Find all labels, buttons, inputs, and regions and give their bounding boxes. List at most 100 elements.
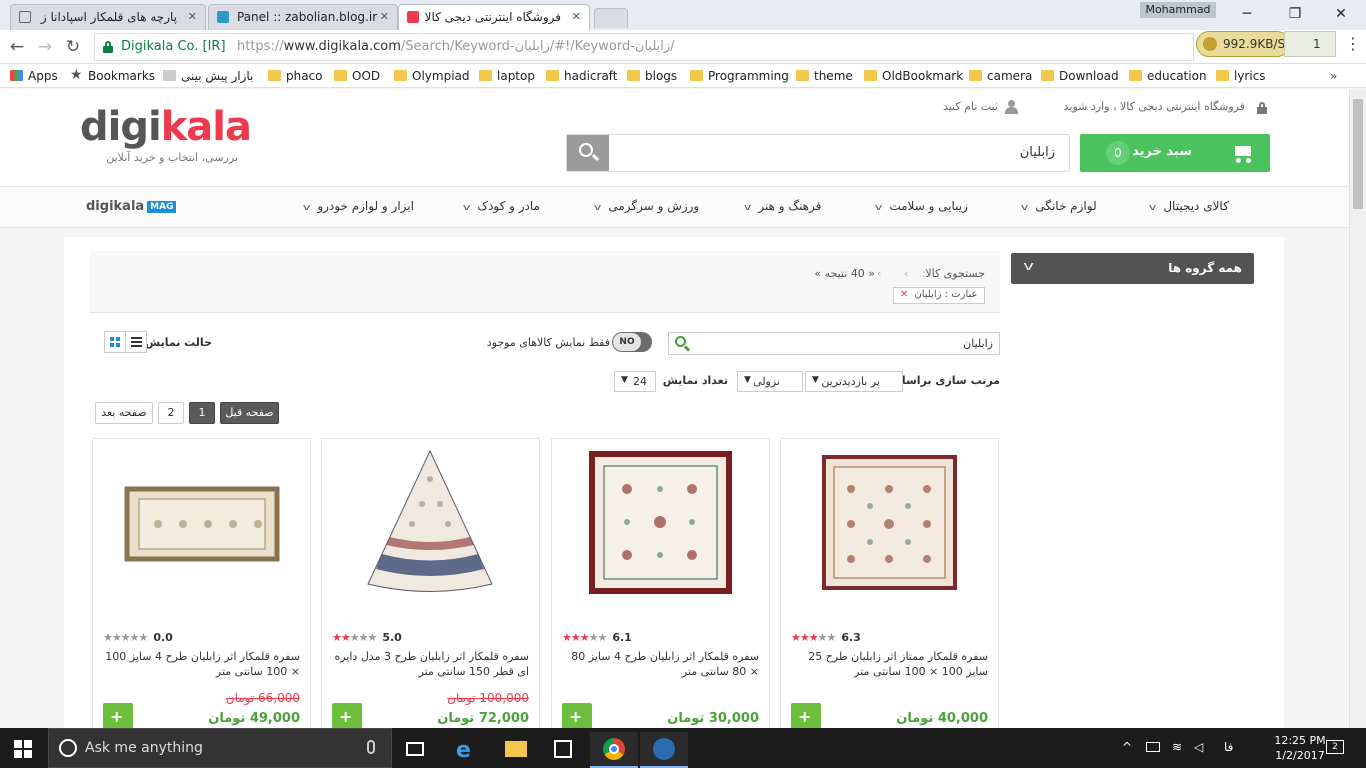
bookmark-apps[interactable]: Apps (10, 67, 58, 85)
more-bookmarks-icon[interactable]: » (1330, 67, 1337, 85)
nav-item-auto[interactable]: ابزار و لوازم خودروv (303, 199, 414, 213)
bookmark-folder[interactable]: Programming (690, 67, 789, 85)
in-stock-toggle[interactable]: NO (612, 332, 652, 352)
store-icon[interactable] (540, 732, 588, 768)
page-1-button[interactable]: 1 (189, 402, 215, 424)
new-tab-button[interactable] (594, 8, 628, 28)
filter-chip[interactable]: عبارت : زابلیان✕ (893, 287, 985, 304)
add-to-cart-button[interactable]: + (332, 703, 362, 729)
list-view-button[interactable] (125, 331, 147, 353)
product-title[interactable]: سفره قلمکار ممتاز اثر زابلیان طرح 25 سای… (788, 649, 988, 679)
notifications-icon[interactable]: 2 (1326, 740, 1344, 754)
speed-extension[interactable]: 992.9KB/S (1196, 31, 1290, 57)
product-image[interactable] (801, 449, 978, 599)
back-icon[interactable]: ← (6, 36, 28, 58)
nav-item-digital[interactable]: کالای دیجیتالv (1149, 199, 1229, 213)
tab-2[interactable]: Panel :: zabolian.blog.ir ✕ (208, 4, 398, 30)
results-search-input[interactable]: زابلیان (668, 332, 1000, 355)
close-icon[interactable]: ✕ (188, 10, 197, 23)
cortana-search[interactable]: Ask me anything (48, 728, 392, 768)
input-language[interactable]: فا (1224, 740, 1233, 754)
nav-item-sport[interactable]: ورزش و سرگرمیv (593, 199, 699, 213)
digikala-logo[interactable]: digikala (80, 105, 252, 149)
maximize-icon[interactable]: ❐ (1272, 4, 1318, 24)
digikala-mag-logo[interactable]: digikala MAG (86, 199, 177, 214)
page-2-button[interactable]: 2 (158, 402, 184, 424)
crumb-search[interactable]: جستجوی کالا (925, 267, 985, 280)
microphone-icon[interactable] (367, 740, 375, 754)
bookmark-bookmarks[interactable]: ★ Bookmarks (70, 67, 155, 85)
nav-item-kids[interactable]: مادر و کودکv (463, 199, 540, 213)
nav-item-beauty[interactable]: زیبایی و سلامتv (875, 199, 968, 213)
product-image[interactable] (572, 449, 749, 599)
bookmark-folder[interactable]: hadicraft (546, 67, 618, 85)
bookmark-folder[interactable]: Olympiad (394, 67, 470, 85)
site-search-input[interactable]: زابلیان (566, 134, 1070, 172)
file-explorer-icon[interactable] (492, 732, 540, 768)
close-icon[interactable]: ✕ (380, 10, 389, 23)
bookmark-folder[interactable]: OldBookmark (864, 67, 963, 85)
battery-icon[interactable] (1146, 742, 1160, 752)
product-title[interactable]: سفره قلمکار اثر زابلیان طرح 4 سایز 100 ×… (100, 649, 300, 679)
scrollbar-thumb[interactable] (1353, 99, 1363, 209)
bookmark-folder[interactable]: education (1129, 67, 1207, 85)
add-to-cart-button[interactable]: + (562, 703, 592, 729)
next-page-button[interactable]: صفحه بعد (95, 402, 153, 424)
bookmark-folder[interactable]: theme (796, 67, 853, 85)
search-icon[interactable] (675, 336, 691, 352)
product-title[interactable]: سفره قلمکار اثر زابلیان طرح 4 سایز 80 × … (559, 649, 759, 679)
search-button[interactable] (567, 135, 609, 171)
chevron-down-icon: v (593, 203, 602, 213)
close-icon[interactable]: ✕ (572, 10, 581, 23)
bookmark-folder[interactable]: بازار پیش بینی (163, 67, 253, 85)
tab-3-active[interactable]: فروشگاه اینترنتی دیجی کالا ✕ (398, 4, 590, 31)
windows-start-icon[interactable] (14, 740, 32, 758)
product-card[interactable]: ★★★★★ 0.0 سفره قلمکار اثر زابلیان طرح 4 س… (92, 438, 311, 729)
reload-icon[interactable]: ↻ (62, 36, 84, 58)
nav-item-culture[interactable]: فرهنگ و هنرv (744, 199, 821, 213)
cart-button[interactable]: سبد خرید 0 (1080, 134, 1270, 172)
chrome-icon[interactable] (590, 732, 638, 768)
add-to-cart-button[interactable]: + (791, 703, 821, 729)
bookmark-folder[interactable]: lyrics (1216, 67, 1266, 85)
product-card[interactable]: ★★★★★ 6.1 سفره قلمکار اثر زابلیان طرح 4 س… (551, 438, 770, 729)
forward-icon[interactable]: → (34, 36, 56, 58)
bookmark-folder[interactable]: camera (969, 67, 1032, 85)
grid-view-button[interactable] (104, 331, 126, 353)
count-select[interactable]: 24 ▼ (614, 371, 656, 392)
task-view-icon[interactable] (392, 732, 440, 768)
close-window-icon[interactable]: ✕ (1318, 4, 1364, 24)
bookmark-folder[interactable]: laptop (479, 67, 535, 85)
all-groups-dropdown[interactable]: همه گروه ها v (1011, 253, 1254, 284)
minimize-icon[interactable]: ─ (1224, 4, 1270, 24)
clock[interactable]: 12:25 PM 1/2/2017 (1270, 733, 1330, 763)
order-select[interactable]: نزولی ▼ (737, 371, 803, 392)
product-title[interactable]: سفره قلمکار اثر زابلیان طرح 3 مدل دایره … (329, 649, 529, 679)
profile-name[interactable]: Mohammad (1140, 2, 1216, 18)
bookmark-folder[interactable]: Download (1041, 67, 1119, 85)
bookmark-folder[interactable]: OOD (334, 67, 380, 85)
remove-filter-icon[interactable]: ✕ (900, 289, 908, 300)
show-hidden-icons[interactable]: ^ (1122, 740, 1132, 754)
prev-page-button[interactable]: صفحه قبل (220, 402, 279, 424)
register-link[interactable]: ثبت نام کنید (932, 100, 998, 113)
bookmark-folder[interactable]: blogs (627, 67, 677, 85)
wifi-icon[interactable]: ≋ (1172, 740, 1182, 754)
login-link[interactable]: فروشگاه اینترنتی دیجی کالا ، وارد شوید (1055, 100, 1245, 113)
sort-select[interactable]: پر بازدیدترین ▼ (805, 371, 903, 392)
product-card[interactable]: ★★★★★ 5.0 سفره قلمکار اثر زابلیان طرح 3 م… (321, 438, 540, 729)
edge-icon[interactable]: e (442, 732, 490, 768)
product-image[interactable] (342, 449, 519, 599)
extension-badge[interactable]: 1 (1284, 31, 1336, 57)
tab-1[interactable]: پارچه های قلمکار اسپادانا ز ✕ (10, 4, 206, 30)
product-image[interactable] (113, 449, 290, 599)
bookmark-folder[interactable]: phaco (268, 67, 323, 85)
page-scrollbar[interactable] (1349, 89, 1366, 729)
product-card[interactable]: ★★★★★ 6.3 سفره قلمکار ممتاز اثر زابلیان ط… (780, 438, 999, 729)
nav-item-home[interactable]: لوازم خانگیv (1021, 199, 1097, 213)
volume-icon[interactable]: ◁ (1194, 740, 1203, 754)
menu-icon[interactable]: ⋮ (1345, 34, 1361, 54)
address-bar[interactable]: Digikala Co. [IR] https://www.digikala.c… (94, 33, 1194, 61)
add-to-cart-button[interactable]: + (103, 703, 133, 729)
app-icon[interactable] (640, 732, 688, 768)
